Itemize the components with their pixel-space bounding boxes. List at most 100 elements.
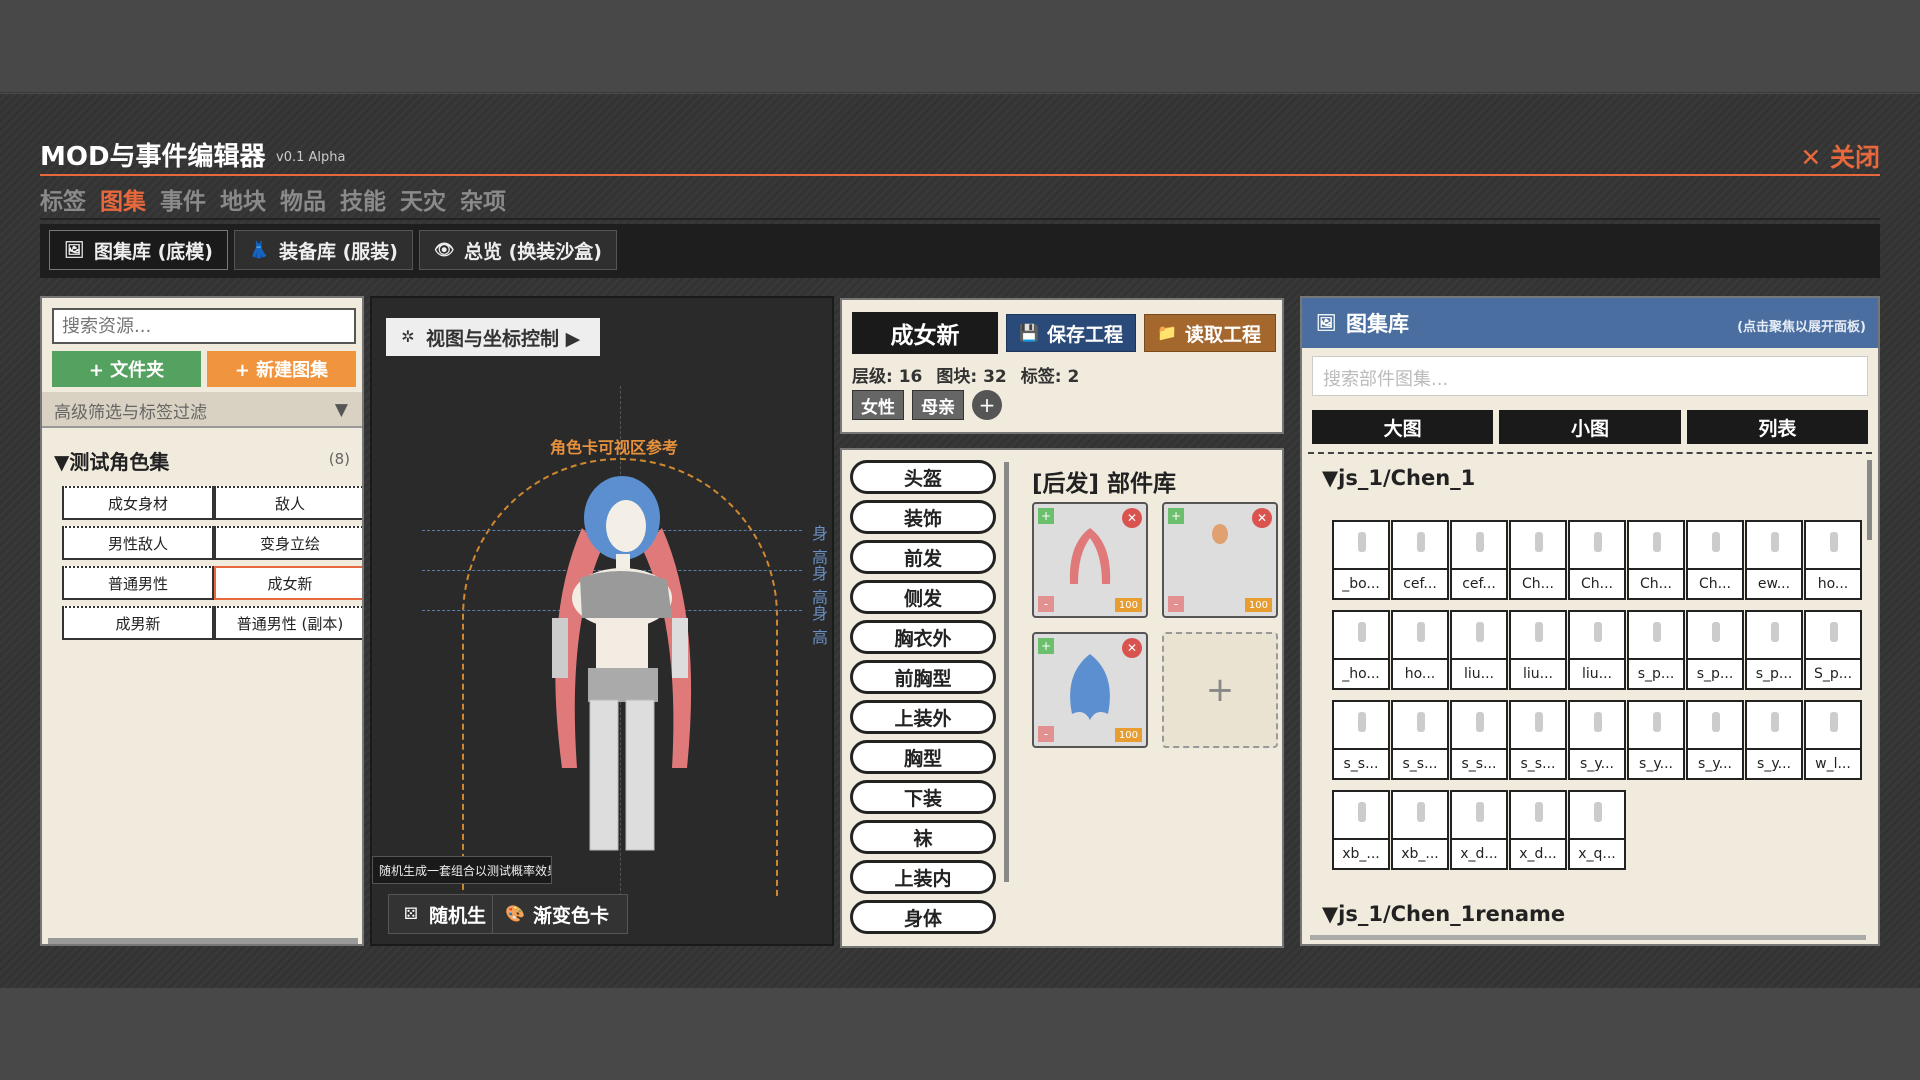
tab-large-view[interactable]: 大图 [1312,410,1494,444]
atlas-thumb[interactable]: Ch... [1568,520,1626,600]
atlas-thumb[interactable]: s_p... [1745,610,1803,690]
project-name[interactable]: 成女新 [852,312,998,354]
tree-group-title[interactable]: ▼测试角色集 [54,446,169,475]
plus-icon[interactable]: + [1038,508,1054,524]
resource-search-input[interactable] [52,308,356,344]
nav-skills[interactable]: 技能 [340,182,386,216]
tab-overview-sandbox[interactable]: 👁 总览 (换装沙盒) [418,230,617,270]
advanced-filter-toggle[interactable]: 高级筛选与标签过滤 ▼ [42,392,362,428]
atlas-thumb[interactable]: s_y... [1627,700,1685,780]
category-bottoms[interactable]: 下装 [850,780,996,814]
atlas-thumb[interactable]: ho... [1804,520,1862,600]
atlas-thumb[interactable]: Ch... [1686,520,1744,600]
atlas-thumb[interactable]: s_s... [1509,700,1567,780]
atlas-thumb[interactable]: Ch... [1627,520,1685,600]
category-scrollbar[interactable] [1004,462,1009,882]
atlas-library-header[interactable]: 🖼 图集库 (点击聚焦以展开面板) [1302,298,1878,348]
list-item[interactable]: 成男新 [62,606,214,640]
tab-equipment-library[interactable]: 👗 装备库 (服装) [233,230,413,270]
nav-atlas[interactable]: 图集 [100,182,146,216]
close-icon[interactable]: ✕ [1122,508,1142,528]
add-folder-button[interactable]: + 文件夹 [52,351,201,387]
load-project-button[interactable]: 📁 读取工程 [1144,314,1276,352]
nav-disasters[interactable]: 天灾 [400,182,446,216]
add-part-button[interactable]: + [1162,632,1278,748]
atlas-thumb[interactable]: _bo... [1332,520,1390,600]
horizontal-scrollbar[interactable] [48,938,358,944]
nav-misc[interactable]: 杂项 [460,182,506,216]
atlas-group-title[interactable]: ▼js_1/Chen_1 [1322,466,1475,490]
atlas-thumb[interactable]: S_p... [1804,610,1862,690]
atlas-thumb[interactable]: liu... [1568,610,1626,690]
atlas-thumb[interactable]: s_s... [1450,700,1508,780]
atlas-thumb[interactable]: w_l... [1804,700,1862,780]
minus-icon[interactable]: - [1038,726,1054,742]
category-helmet[interactable]: 头盔 [850,460,996,494]
category-chest[interactable]: 胸型 [850,740,996,774]
atlas-thumb[interactable]: cef... [1391,520,1449,600]
category-outer-top[interactable]: 上装外 [850,700,996,734]
atlas-thumb[interactable]: ho... [1391,610,1449,690]
atlas-thumb[interactable]: s_p... [1686,610,1744,690]
tab-list-view[interactable]: 列表 [1686,410,1868,444]
nav-tiles[interactable]: 地块 [220,182,266,216]
view-control-button[interactable]: ✲ 视图与坐标控制 ▶ [386,318,600,356]
part-card[interactable]: + ✕ - 100 [1032,632,1148,748]
atlas-thumb[interactable]: liu... [1509,610,1567,690]
nav-events[interactable]: 事件 [160,182,206,216]
atlas-thumb[interactable]: ew... [1745,520,1803,600]
part-card[interactable]: + ✕ - 100 [1032,502,1148,618]
minus-icon[interactable]: - [1038,596,1054,612]
tag-mother[interactable]: 母亲 [912,390,964,420]
list-item[interactable]: 成女身材 [62,486,214,520]
close-icon[interactable]: ✕ [1252,508,1272,528]
character-figure[interactable] [522,468,722,888]
atlas-thumb[interactable]: s_s... [1391,700,1449,780]
atlas-thumb[interactable]: _ho... [1332,610,1390,690]
tab-atlas-library[interactable]: 🖼 图集库 (底模) [49,230,228,270]
atlas-thumb[interactable]: x_d... [1450,790,1508,870]
list-item-selected[interactable]: 成女新 [214,566,362,600]
atlas-thumb[interactable]: s_y... [1686,700,1744,780]
add-tag-button[interactable]: + [972,390,1002,420]
tag-female[interactable]: 女性 [852,390,904,420]
tab-small-view[interactable]: 小图 [1499,410,1681,444]
category-front-chest[interactable]: 前胸型 [850,660,996,694]
category-body[interactable]: 身体 [850,900,996,934]
part-card[interactable]: + ✕ - 100 [1162,502,1278,618]
atlas-search-input[interactable]: 搜索部件图集... [1312,356,1868,396]
atlas-group-title[interactable]: ▼js_1/Chen_1rename [1322,902,1565,926]
atlas-thumb[interactable]: s_y... [1745,700,1803,780]
atlas-thumb[interactable]: s_y... [1568,700,1626,780]
minus-icon[interactable]: - [1168,596,1184,612]
save-project-button[interactable]: 💾 保存工程 [1006,314,1136,352]
list-item[interactable]: 敌人 [214,486,362,520]
list-item[interactable]: 普通男性 [62,566,214,600]
new-atlas-button[interactable]: + 新建图集 [207,351,356,387]
category-outer-bra[interactable]: 胸衣外 [850,620,996,654]
plus-icon[interactable]: + [1038,638,1054,654]
random-generate-button[interactable]: ⚄ 随机生 [388,894,496,934]
vertical-scrollbar[interactable] [1867,460,1872,540]
close-button[interactable]: ✕ 关闭 [1800,138,1880,174]
character-viewport[interactable]: ✲ 视图与坐标控制 ▶ 角色卡可视区参考 身高 身高 身高 随机生成一套组合以测… [370,296,834,946]
category-accessory[interactable]: 装饰 [850,500,996,534]
atlas-thumb[interactable]: cef... [1450,520,1508,600]
atlas-thumb[interactable]: xb_... [1391,790,1449,870]
close-icon[interactable]: ✕ [1122,638,1142,658]
atlas-thumb[interactable]: x_q... [1568,790,1626,870]
atlas-thumb[interactable]: liu... [1450,610,1508,690]
list-item[interactable]: 普通男性 (副本) [214,606,362,640]
category-inner-top[interactable]: 上装内 [850,860,996,894]
category-socks[interactable]: 袜 [850,820,996,854]
nav-items[interactable]: 物品 [280,182,326,216]
gradient-card-button[interactable]: 🎨 渐变色卡 [492,894,628,934]
atlas-thumb[interactable]: s_s... [1332,700,1390,780]
list-item[interactable]: 变身立绘 [214,526,362,560]
category-front-hair[interactable]: 前发 [850,540,996,574]
nav-tags[interactable]: 标签 [40,182,86,216]
atlas-thumb[interactable]: s_p... [1627,610,1685,690]
atlas-thumb[interactable]: Ch... [1509,520,1567,600]
list-item[interactable]: 男性敌人 [62,526,214,560]
horizontal-scrollbar[interactable] [1310,935,1866,940]
